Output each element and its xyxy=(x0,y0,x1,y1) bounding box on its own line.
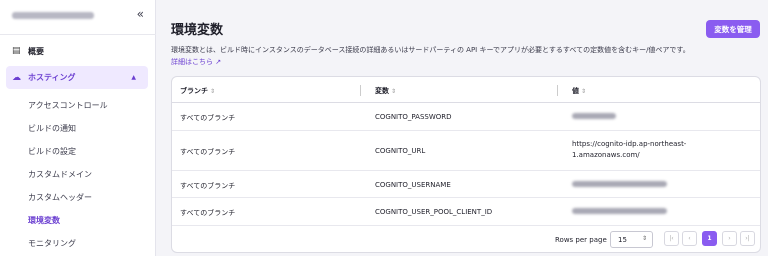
cloud-icon: ☁ xyxy=(12,72,21,83)
column-header-branch[interactable]: ブランチ ⇕ xyxy=(180,86,215,96)
table-header: ブランチ ⇕ 変数 ⇕ 値 ⇕ xyxy=(172,77,760,103)
value-cell: https://cognito-idp.ap-northeast-1.amazo… xyxy=(572,140,687,159)
branch-cell: すべてのブランチ xyxy=(180,182,236,190)
rows-per-page-value: 15 xyxy=(618,235,627,244)
column-label: ブランチ xyxy=(180,87,208,95)
sidebar-header: « xyxy=(12,7,144,23)
sidebar-item-custom-domain[interactable]: カスタムドメイン xyxy=(28,169,92,180)
external-link-icon: ↗ xyxy=(215,58,222,66)
prev-page-icon[interactable]: ‹ xyxy=(682,231,697,246)
main-content: 環境変数 変数を管理 環境変数とは、ビルド時にインスタンスのデータベース接続の詳… xyxy=(157,0,768,256)
sort-icon: ⇕ xyxy=(581,88,587,95)
last-page-icon[interactable]: ›| xyxy=(740,231,755,246)
page-description: 環境変数とは、ビルド時にインスタンスのデータベース接続の詳細あるいはサードパーテ… xyxy=(171,46,690,54)
pagination: Rows per page 15 ⇕ |‹ ‹ 1 › ›| xyxy=(172,227,760,253)
table-row: すべてのブランチ COGNITO_USERNAME xyxy=(172,171,760,198)
manage-variables-button[interactable]: 変数を管理 xyxy=(706,20,760,38)
sidebar-divider xyxy=(0,34,156,35)
page-title: 環境変数 xyxy=(171,23,224,38)
variable-cell: COGNITO_PASSWORD xyxy=(375,113,452,121)
value-cell-redacted xyxy=(572,181,667,189)
branch-cell: すべてのブランチ xyxy=(180,148,236,156)
sidebar-item-label: 概要 xyxy=(28,46,44,56)
variable-cell: COGNITO_USERNAME xyxy=(375,181,451,189)
table-row: すべてのブランチ COGNITO_URL https://cognito-idp… xyxy=(172,131,760,171)
sidebar-item-overview[interactable]: ▤ 概要 xyxy=(6,40,148,62)
sidebar-item-hosting[interactable]: ☁ ホスティング ▲ xyxy=(6,66,148,89)
sidebar-item-environment-variables[interactable]: 環境変数 xyxy=(28,215,60,226)
select-arrows-icon: ⇕ xyxy=(641,235,647,242)
sidebar-item-build-notifications[interactable]: ビルドの通知 xyxy=(28,123,76,134)
caret-up-icon: ▲ xyxy=(131,74,136,81)
variable-cell: COGNITO_URL xyxy=(375,147,426,155)
column-header-variable[interactable]: 変数 ⇕ xyxy=(375,86,396,96)
branch-cell: すべてのブランチ xyxy=(180,209,236,217)
sidebar: « ▤ 概要 ☁ ホスティング ▲ アクセスコントロール ビルドの通知 ビルドの… xyxy=(0,0,156,256)
first-page-icon[interactable]: |‹ xyxy=(664,231,679,246)
column-label: 値 xyxy=(572,87,579,95)
sidebar-item-monitoring[interactable]: モニタリング xyxy=(28,238,76,249)
table-row: すべてのブランチ COGNITO_USER_POOL_CLIENT_ID xyxy=(172,198,760,226)
page-button-current[interactable]: 1 xyxy=(702,231,717,246)
column-divider xyxy=(360,85,361,96)
learn-more-label: 詳細はこちら xyxy=(171,58,213,66)
next-page-icon[interactable]: › xyxy=(722,231,737,246)
sidebar-item-custom-headers[interactable]: カスタムヘッダー xyxy=(28,192,92,203)
sidebar-item-build-settings[interactable]: ビルドの設定 xyxy=(28,146,76,157)
rows-per-page-label: Rows per page xyxy=(555,236,607,244)
value-cell-redacted xyxy=(572,113,616,121)
learn-more-link[interactable]: 詳細はこちら ↗ xyxy=(171,57,221,67)
sidebar-item-label: ホスティング xyxy=(28,73,76,82)
variable-cell: COGNITO_USER_POOL_CLIENT_ID xyxy=(375,208,493,216)
branch-cell: すべてのブランチ xyxy=(180,114,236,122)
column-divider xyxy=(557,85,558,96)
column-header-value[interactable]: 値 ⇕ xyxy=(572,86,586,96)
app-name-redacted xyxy=(12,12,94,19)
double-chevron-left-icon[interactable]: « xyxy=(137,7,144,21)
sort-icon: ⇕ xyxy=(391,88,397,95)
overview-icon: ▤ xyxy=(12,46,21,56)
table-row: すべてのブランチ COGNITO_PASSWORD xyxy=(172,103,760,131)
sort-icon: ⇕ xyxy=(210,88,216,95)
column-label: 変数 xyxy=(375,87,389,95)
sidebar-item-access-control[interactable]: アクセスコントロール xyxy=(28,100,108,111)
env-variables-table: ブランチ ⇕ 変数 ⇕ 値 ⇕ すべてのブランチ COGNITO_PASSWORD す… xyxy=(171,76,761,253)
value-cell-redacted xyxy=(572,208,667,216)
rows-per-page-select[interactable]: 15 ⇕ xyxy=(610,231,653,248)
